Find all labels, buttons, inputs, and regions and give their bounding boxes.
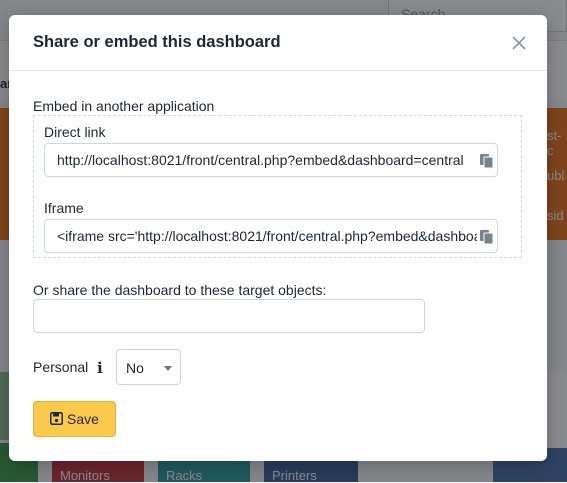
save-label: Save xyxy=(67,411,99,427)
dialog-header: Share or embed this dashboard xyxy=(9,15,547,71)
iframe-value[interactable]: <iframe src='http://localhost:8021/front… xyxy=(57,228,477,244)
embed-section-label: Embed in another application xyxy=(33,98,215,114)
close-icon xyxy=(512,36,526,50)
direct-link-field[interactable]: http://localhost:8021/front/central.php?… xyxy=(44,143,498,177)
save-button[interactable]: Save xyxy=(33,401,116,437)
copy-icon[interactable] xyxy=(479,228,495,244)
personal-select-value: No xyxy=(126,360,144,376)
iframe-label: Iframe xyxy=(44,200,84,216)
floppy-disk-icon xyxy=(50,412,63,425)
dialog-title: Share or embed this dashboard xyxy=(33,33,281,51)
iframe-field[interactable]: <iframe src='http://localhost:8021/front… xyxy=(44,219,498,253)
personal-select[interactable]: No xyxy=(116,349,181,385)
share-dialog: Share or embed this dashboard Embed in a… xyxy=(9,15,547,461)
personal-label: Personal xyxy=(33,359,89,375)
share-targets-label: Or share the dashboard to these target o… xyxy=(33,282,327,298)
share-targets-input[interactable] xyxy=(33,299,425,333)
info-icon[interactable]: i xyxy=(97,359,103,377)
copy-icon[interactable] xyxy=(479,152,495,168)
chevron-down-icon xyxy=(164,366,172,371)
direct-link-value[interactable]: http://localhost:8021/front/central.php?… xyxy=(57,152,477,168)
close-button[interactable] xyxy=(509,33,529,53)
direct-link-label: Direct link xyxy=(44,124,106,140)
